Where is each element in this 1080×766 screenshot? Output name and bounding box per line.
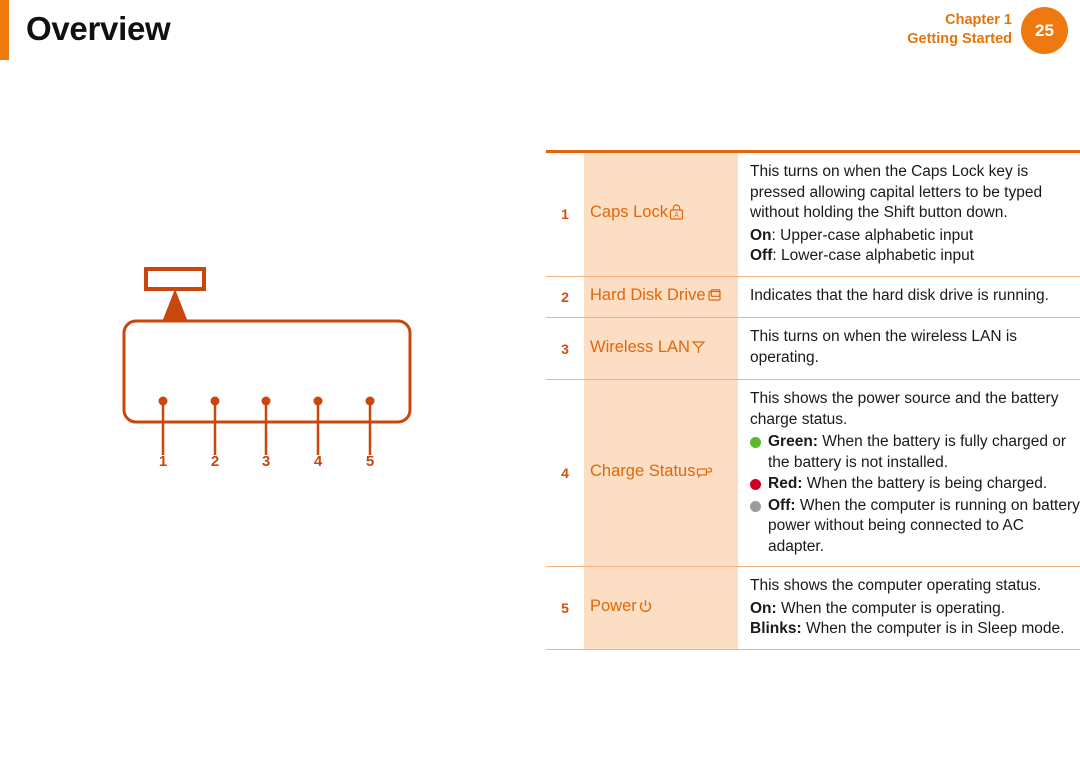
indicator-description-table: 1 Caps Lock A This turns on when the Caps… <box>546 150 1080 650</box>
row-label-text: Hard Disk Drive <box>590 285 706 304</box>
pointer-triangle <box>162 289 188 322</box>
row-label-text: Caps Lock <box>590 203 668 222</box>
table-row: 2 Hard Disk Drive Indicates that the har… <box>546 275 1080 318</box>
diagram-svg <box>122 267 412 455</box>
status-name: Green: <box>768 433 818 450</box>
state-text: : Lower-case alphabetic input <box>772 247 975 264</box>
diagram-callout-1: 1 <box>158 453 168 470</box>
green-status-dot <box>750 437 761 448</box>
state-line: On: When the computer is operating. <box>750 599 1080 620</box>
diagram-callout-4: 4 <box>313 453 323 470</box>
status-bullet: Red: When the battery is being charged. <box>750 474 1080 495</box>
off-status-dot <box>750 500 761 512</box>
row-number: 3 <box>546 317 584 380</box>
state-text: When the computer is in Sleep mode. <box>801 620 1065 637</box>
table-row: 5 Power This shows the computer operatin… <box>546 566 1080 649</box>
state-line: Blinks: When the computer is in Sleep mo… <box>750 619 1080 640</box>
table-row: 4 Charge Status This shows the power sou… <box>546 379 1080 567</box>
status-desc: When the computer is running on battery … <box>768 496 1080 555</box>
description-paragraph: This turns on when the Caps Lock key is … <box>750 163 1043 221</box>
chapter-label: Chapter 1 Getting Started <box>907 11 1012 49</box>
diagram-callout-3: 3 <box>261 453 271 470</box>
indicator-strip-rect <box>144 267 206 291</box>
table-row: 1 Caps Lock A This turns on when the Caps… <box>546 150 1080 276</box>
status-bullet: Off: When the computer is running on bat… <box>750 496 1080 558</box>
row-number: 2 <box>546 275 584 318</box>
table-bottom-border <box>546 648 1080 650</box>
caps-lock-icon: A <box>669 204 684 225</box>
state-text: When the computer is operating. <box>776 599 1006 617</box>
row-description: This turns on when the wireless LAN is o… <box>738 317 1080 380</box>
status-bullet: Green: When the battery is fully charged… <box>750 432 1080 473</box>
table-row: 3 Wireless LAN This turns on when the wi… <box>546 317 1080 380</box>
row-label-text: Charge Status <box>590 462 696 480</box>
status-name: Red: <box>768 475 803 492</box>
status-bullet-text: Red: When the battery is being charged. <box>768 474 1080 495</box>
state-label: Off <box>750 247 773 264</box>
red-status-dot <box>750 479 761 490</box>
diagram-callout-2: 2 <box>210 453 220 470</box>
description-paragraph: Indicates that the hard disk drive is ru… <box>750 286 1049 304</box>
status-bullet-text: Green: When the battery is fully charged… <box>768 432 1080 473</box>
state-label: On <box>750 226 772 244</box>
status-indicator-lamps-diagram: 1 2 3 4 5 <box>110 255 440 480</box>
status-name: Off: <box>768 496 796 514</box>
row-description: This shows the power source and the batt… <box>738 379 1080 567</box>
page-header: Overview Chapter 1 Getting Started 25 <box>0 0 1080 62</box>
state-label: On: <box>750 599 777 617</box>
row-label-text: Wireless LAN <box>590 337 690 356</box>
state-line: Off: Lower-case alphabetic input <box>750 246 1080 267</box>
row-description: This turns on when the Caps Lock key is … <box>738 150 1080 276</box>
state-text: : Upper-case alphabetic input <box>771 226 974 244</box>
row-description: Indicates that the hard disk drive is ru… <box>738 275 1080 318</box>
charge-status-icon <box>696 463 713 484</box>
header-accent-bar <box>0 0 9 60</box>
page-title: Overview <box>26 10 171 47</box>
row-number: 1 <box>546 150 584 276</box>
description-paragraph: This shows the computer operating status… <box>750 577 1042 594</box>
svg-text:A: A <box>674 212 679 219</box>
status-bullet-text: Off: When the computer is running on bat… <box>768 496 1080 558</box>
state-line: On: Upper-case alphabetic input <box>750 226 1080 247</box>
power-icon <box>638 599 653 619</box>
row-label: Charge Status <box>584 379 738 567</box>
row-label: Power <box>584 566 738 649</box>
page-number-badge: 25 <box>1021 7 1068 54</box>
description-paragraph: This turns on when the wireless LAN is o… <box>750 328 1018 366</box>
row-label: Hard Disk Drive <box>584 275 738 318</box>
status-desc: When the battery is being charged. <box>802 475 1048 492</box>
row-label: Wireless LAN <box>584 317 738 380</box>
chapter-name: Getting Started <box>907 31 1012 47</box>
row-label: Caps Lock A <box>584 150 738 276</box>
row-number: 5 <box>546 566 584 649</box>
wireless-lan-icon <box>691 339 706 360</box>
description-paragraph: This shows the power source and the batt… <box>750 390 1059 428</box>
chapter-number: Chapter 1 <box>945 12 1012 28</box>
hard-disk-drive-icon <box>707 288 722 308</box>
row-number: 4 <box>546 379 584 567</box>
diagram-callout-5: 5 <box>365 453 375 470</box>
row-label-text: Power <box>590 596 637 615</box>
row-description: This shows the computer operating status… <box>738 566 1080 649</box>
state-label: Blinks: <box>750 620 802 637</box>
